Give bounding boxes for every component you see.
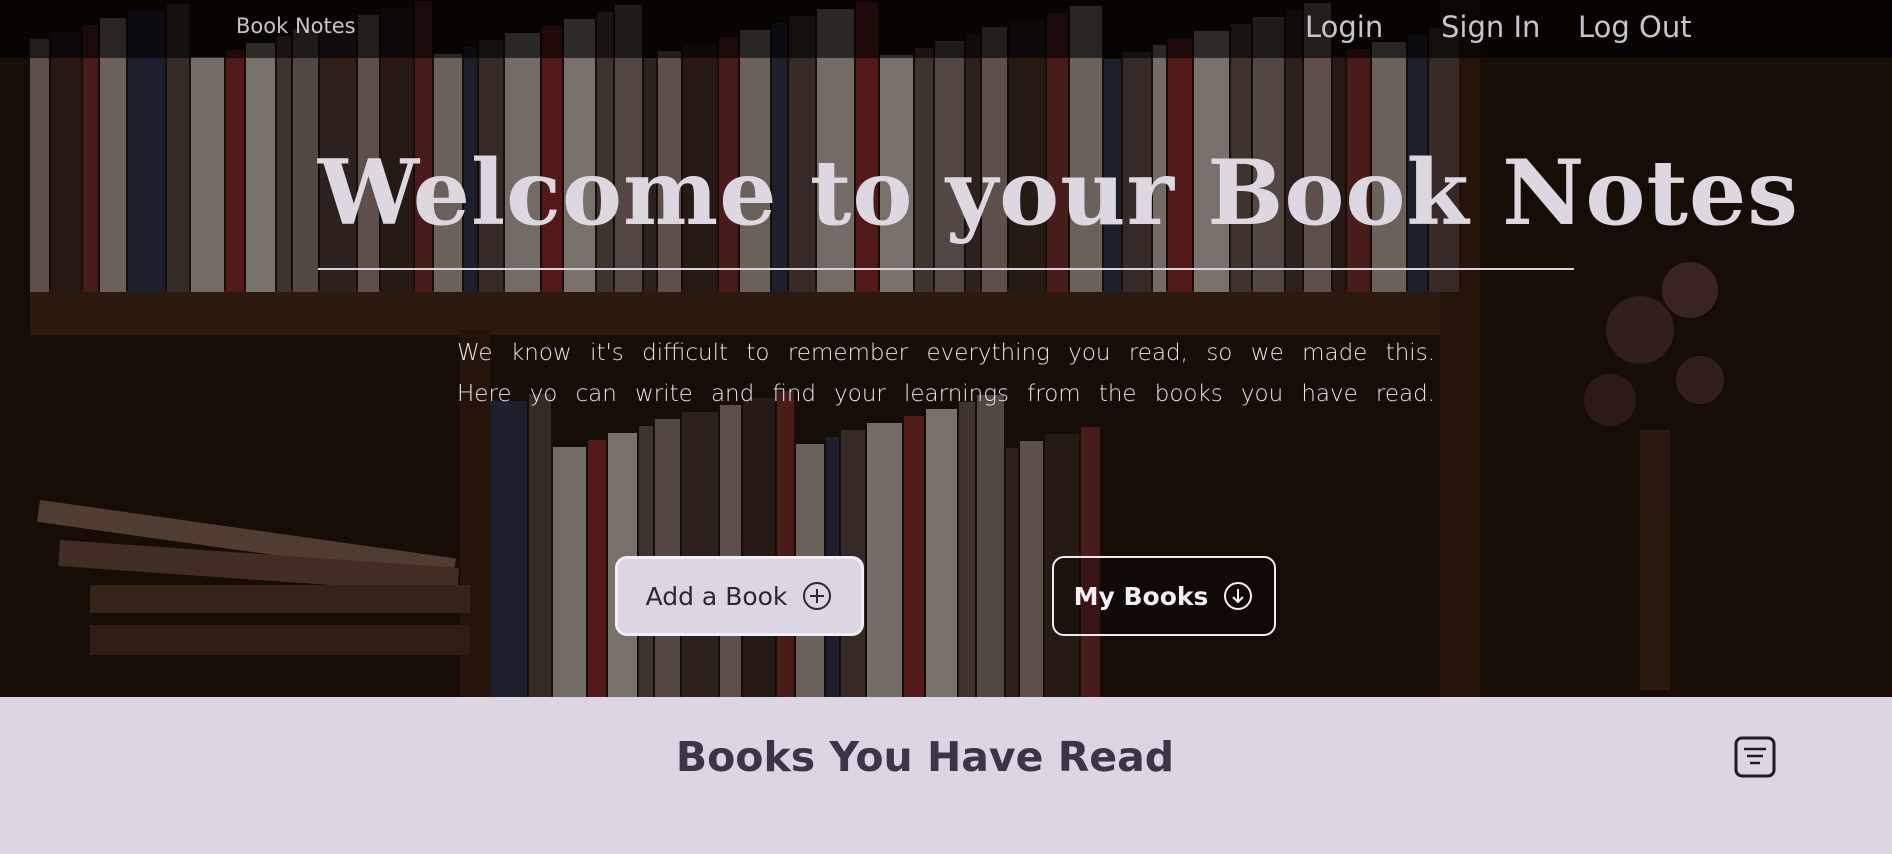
brand-link[interactable]: Book Notes [236, 14, 356, 38]
top-navbar: Book Notes Login Sign In Log Out [0, 0, 1892, 58]
nav-login-link[interactable]: Login [1305, 10, 1383, 44]
nav-signin-link[interactable]: Sign In [1441, 10, 1540, 44]
my-books-label: My Books [1073, 581, 1209, 611]
arrow-down-circle-icon [1224, 582, 1253, 610]
add-book-label: Add a Book [645, 581, 788, 611]
page-headline: Welcome to your Book Notes [318, 140, 1799, 246]
section-title: Books You Have Read [675, 733, 1175, 781]
add-book-button[interactable]: Add a Book [615, 556, 864, 636]
hero-banner: Book Notes Login Sign In Log Out Welcome… [0, 0, 1892, 697]
headline-divider [318, 268, 1574, 270]
nav-logout-link[interactable]: Log Out [1578, 10, 1692, 44]
books-read-section: Books You Have Read [0, 697, 1892, 854]
filter-icon[interactable] [1734, 736, 1776, 778]
hero-tagline: We know it's difficult to remember every… [457, 333, 1435, 415]
my-books-button[interactable]: My Books [1052, 556, 1276, 636]
tagline-line: We know it's difficult to remember every… [457, 340, 1435, 366]
tagline-line: Here yo can write and find your learning… [457, 381, 1435, 407]
plus-circle-icon [803, 582, 832, 610]
